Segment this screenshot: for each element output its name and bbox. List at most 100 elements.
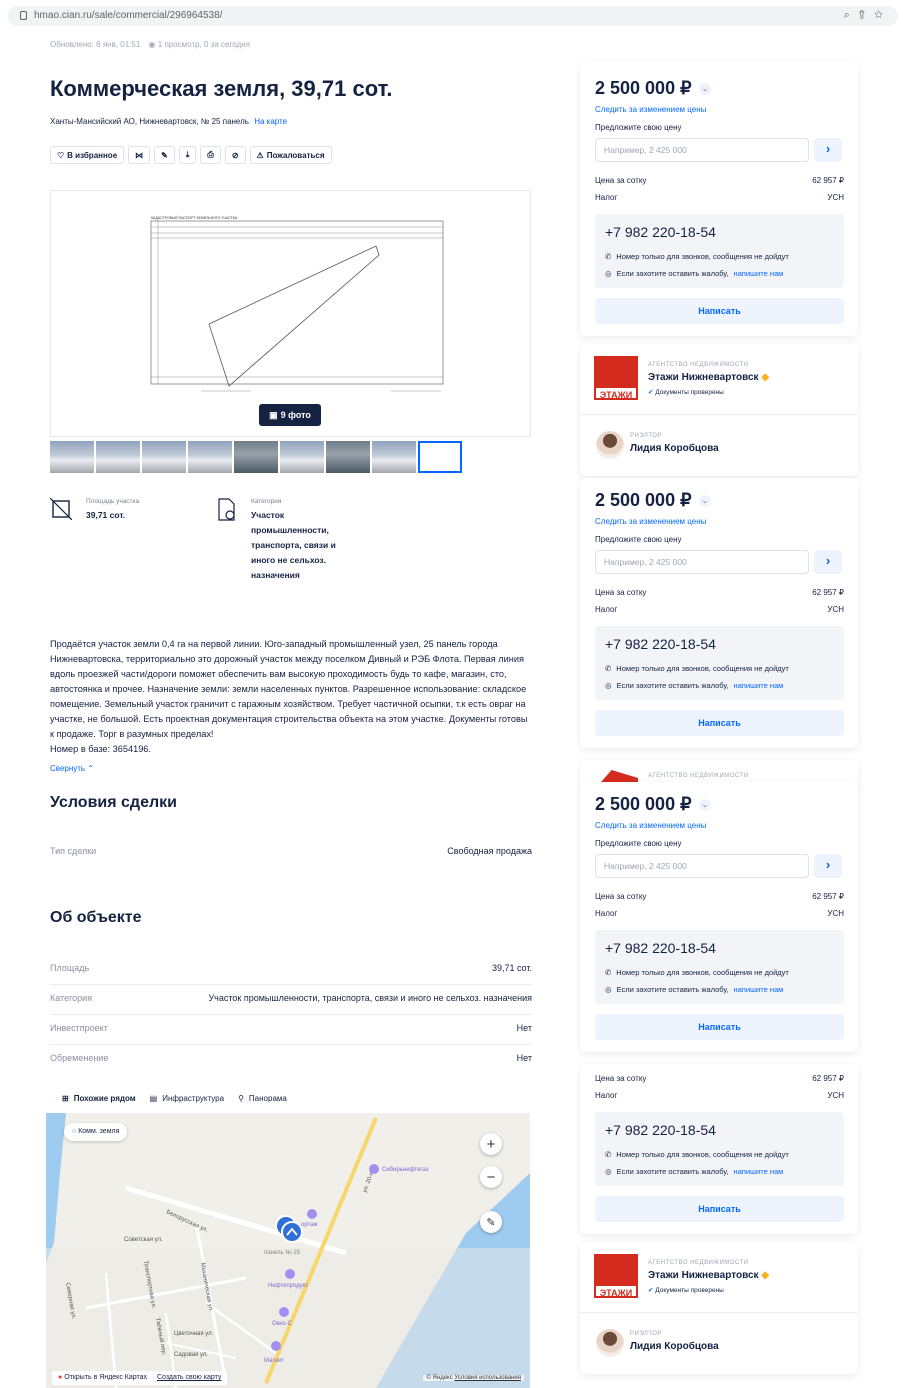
tab-infrastructure[interactable]: ▤ Инфраструктура <box>150 1094 224 1103</box>
copyright-text: © Яндекс <box>426 1375 453 1381</box>
photo-gallery[interactable]: КАДАСТРОВЫЙ ПАСПОРТ ЗЕМЕЛЬНОГО УЧАСТКА <box>50 190 531 437</box>
agency-name-row[interactable]: Этажи Нижневартовск ◆ <box>648 372 769 383</box>
price-card: 2 500 000 ₽ ⌄ Следить за изменением цены… <box>580 478 858 748</box>
map[interactable]: Белорусская ул. Советская ул. ул. 20-я С… <box>46 1113 530 1388</box>
photo-count-badge[interactable]: ▣ 9 фото <box>259 404 321 426</box>
write-us-link[interactable]: напишите нам <box>733 681 783 690</box>
offer-label: Предложите свою цену <box>595 123 682 132</box>
download-button[interactable]: ⤓ <box>178 146 197 164</box>
complain-button[interactable]: ⚠ Пожаловаться <box>249 146 332 164</box>
feature-area-value: 39,71 сот. <box>86 510 126 520</box>
tab-similar[interactable]: ⊞ Похожие рядом <box>62 1094 136 1103</box>
map-filter-chip[interactable]: ○ Комм. земля <box>64 1123 128 1141</box>
agency-verified: ✔ Документы проверены <box>648 388 724 396</box>
offer-submit-button[interactable]: › <box>814 550 842 574</box>
offer-label: Предложите свою цену <box>595 839 682 848</box>
address-bar[interactable]: hmao.cian.ru/sale/commercial/296964538/ … <box>8 6 898 26</box>
map-street-label: Советская ул. <box>124 1237 163 1243</box>
avatar[interactable] <box>596 431 624 459</box>
favorite-button[interactable]: ♡ В избранное <box>50 146 125 164</box>
realtor-name[interactable]: Лидия Коробцова <box>630 1341 719 1352</box>
write-button[interactable]: Написать <box>595 298 844 324</box>
write-us-link[interactable]: напишите нам <box>733 1167 783 1176</box>
write-button[interactable]: Написать <box>595 1014 844 1040</box>
hide-icon: ⊘ <box>231 150 239 160</box>
share-button[interactable]: ⋈ <box>128 146 151 164</box>
edit-button[interactable]: ✎ <box>154 146 175 164</box>
hide-button[interactable]: ⊘ <box>224 146 246 164</box>
agency-type: АГЕНТСТВО НЕДВИЖИМОСТИ <box>648 1260 749 1266</box>
tax-label: Налог <box>595 909 618 918</box>
write-us-link[interactable]: напишите нам <box>733 269 783 278</box>
per-sotka-value: 62 957 ₽ <box>812 588 844 597</box>
download-icon: ⤓ <box>185 150 190 159</box>
complaint-text: Если захотите оставить жалобу, <box>616 681 729 690</box>
phone-number[interactable]: +7 982 220-18-54 <box>605 940 716 956</box>
object-row: Инвестпроект Нет <box>50 1015 532 1045</box>
thumbnail[interactable] <box>188 441 232 473</box>
offer-input[interactable]: Например, 2 425 000 <box>595 138 809 162</box>
chevron-down-icon[interactable]: ⌄ <box>699 799 711 811</box>
ruler-icon: ✎ <box>486 1216 496 1229</box>
agency-name: Этажи Нижневартовск <box>648 372 759 383</box>
chevron-down-icon[interactable]: ⌄ <box>699 495 711 507</box>
phone-number[interactable]: +7 982 220-18-54 <box>605 1122 716 1138</box>
offer-submit-button[interactable]: › <box>814 138 842 162</box>
thumbnail-selected[interactable] <box>418 441 462 473</box>
follow-price-link[interactable]: Следить за изменением цены <box>595 105 706 114</box>
complaint-text: Если захотите оставить жалобу, <box>616 269 729 278</box>
map-poi-label: Сибирьнефтегаз <box>382 1167 429 1173</box>
thumbnail[interactable] <box>372 441 416 473</box>
tax-value: УСН <box>827 193 844 202</box>
agency-type: АГЕНТСТВО НЕДВИЖИМОСТИ <box>648 362 749 368</box>
map-canvas: Белорусская ул. Советская ул. ул. 20-я С… <box>46 1113 530 1388</box>
ruler-button[interactable]: ✎ <box>480 1211 502 1233</box>
address-text: Ханты-Мансийский АО, Нижневартовск, № 25… <box>50 117 249 126</box>
calls-only-text: Номер только для звонков, сообщения не д… <box>616 664 789 673</box>
print-button[interactable]: ⎙ <box>200 146 221 164</box>
offer-input[interactable]: Например, 2 425 000 <box>595 854 809 878</box>
thumbnail[interactable] <box>234 441 278 473</box>
phone-number[interactable]: +7 982 220-18-54 <box>605 224 716 240</box>
tab-panorama[interactable]: ⚲ Панорама <box>238 1094 287 1103</box>
terms-link[interactable]: Условия использования <box>454 1375 521 1381</box>
realtor-name[interactable]: Лидия Коробцова <box>630 443 719 454</box>
calls-only-note: ✆ Номер только для звонков, сообщения не … <box>605 252 789 261</box>
open-yandex-button[interactable]: ● Открыть в Яндекс Картах Создать свою к… <box>52 1371 228 1385</box>
agency-logo[interactable]: ЭТАЖИ <box>594 1254 638 1298</box>
browser-actions[interactable]: ⌕⇪☆ <box>844 9 892 22</box>
address: Ханты-Мансийский АО, Нижневартовск, № 25… <box>50 117 287 126</box>
thumbnail[interactable] <box>326 441 370 473</box>
create-map-link[interactable]: Создать свою карту <box>157 1374 221 1381</box>
follow-price-link[interactable]: Следить за изменением цены <box>595 517 706 526</box>
zoom-in-button[interactable]: + <box>480 1133 502 1155</box>
offer-input[interactable]: Например, 2 425 000 <box>595 550 809 574</box>
thumbnail[interactable] <box>280 441 324 473</box>
object-key: Обременение <box>50 1053 109 1063</box>
thumbnail[interactable] <box>96 441 140 473</box>
thumbnail[interactable] <box>50 441 94 473</box>
avatar[interactable] <box>596 1329 624 1357</box>
phone-box: +7 982 220-18-54 ✆ Номер только для звонк… <box>595 930 844 1004</box>
map-street-label: ул. 20-я <box>362 1171 375 1193</box>
thumbnail[interactable] <box>142 441 186 473</box>
support-icon: ◎ <box>605 1167 612 1176</box>
zoom-out-button[interactable]: − <box>480 1166 502 1188</box>
collapse-link[interactable]: Свернуть ⌃ <box>50 764 94 773</box>
object-value: Нет <box>516 1023 532 1033</box>
offer-submit-button[interactable]: › <box>814 854 842 878</box>
write-us-link[interactable]: напишите нам <box>733 985 783 994</box>
phone-icon: ✆ <box>605 252 612 261</box>
agency-verified-text: Документы проверены <box>655 1287 724 1294</box>
agency-logo[interactable]: ЭТАЖИ <box>594 356 638 400</box>
map-link[interactable]: На карте <box>254 117 287 126</box>
chevron-down-icon[interactable]: ⌄ <box>699 83 711 95</box>
realtor-type: РИЭЛТОР <box>630 1331 662 1337</box>
agency-name-row[interactable]: Этажи Нижневартовск ◆ <box>648 1270 769 1281</box>
object-heading: Об объекте <box>50 909 142 926</box>
price-card-partial: Цена за сотку 62 957 ₽ Налог УСН +7 982 22… <box>580 1064 858 1234</box>
write-button[interactable]: Написать <box>595 710 844 736</box>
phone-number[interactable]: +7 982 220-18-54 <box>605 636 716 652</box>
follow-price-link[interactable]: Следить за изменением цены <box>595 821 706 830</box>
write-button[interactable]: Написать <box>595 1196 844 1222</box>
